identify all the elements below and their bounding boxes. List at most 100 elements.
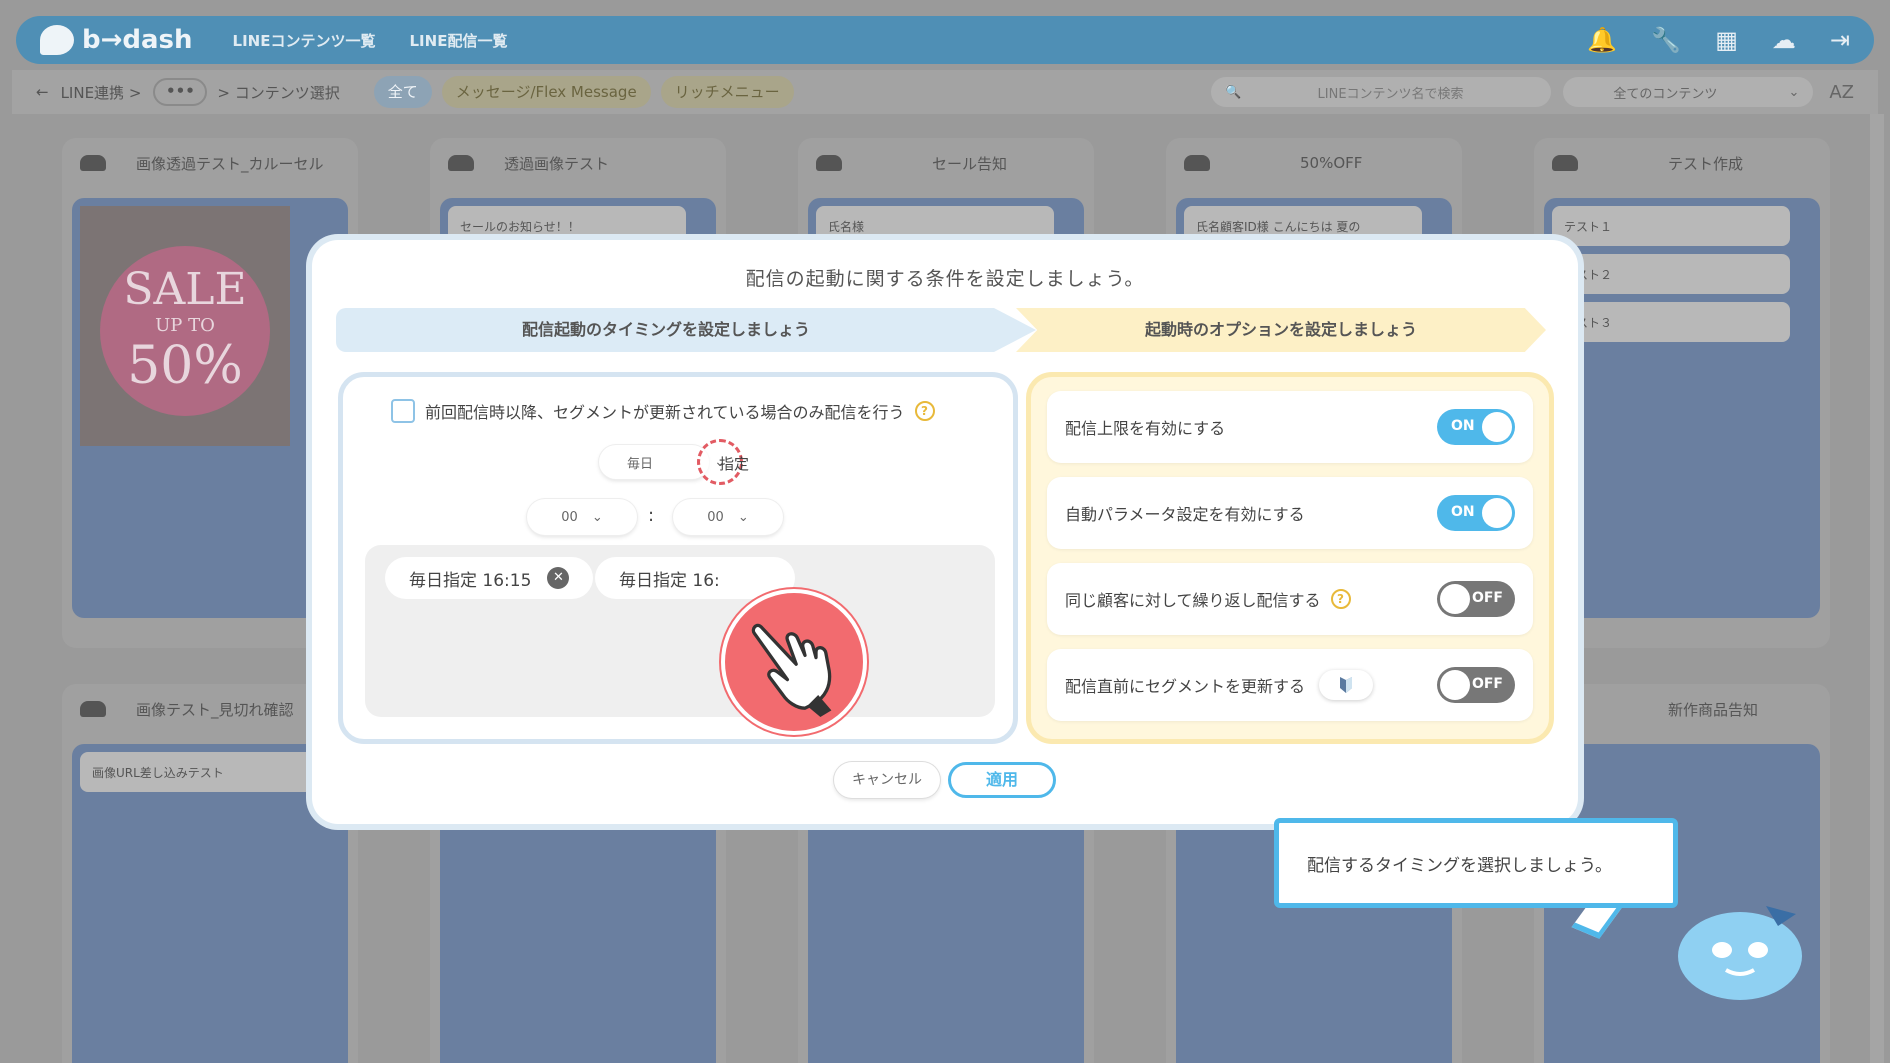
chevron-down-icon: ⌄ <box>737 509 749 525</box>
card-title: 画像透過テスト_カルーセル <box>136 154 324 173</box>
sale-image: SALE UP TO 50% <box>80 206 290 446</box>
nav-line-contents[interactable]: LINEコンテンツ一覧 <box>233 30 376 51</box>
hour-value: 00 <box>561 509 578 525</box>
list-item: テスト３ <box>1552 302 1790 342</box>
line-icon <box>1184 155 1210 171</box>
shield-icon <box>1340 677 1353 693</box>
logo-icon <box>40 25 74 55</box>
time-chip: 毎日指定 16:15 ✕ <box>385 557 594 599</box>
content-filter-value: 全てのコンテンツ <box>1613 86 1718 102</box>
bell-icon[interactable]: 🔔 <box>1587 26 1617 54</box>
card-title: テスト作成 <box>1668 154 1744 173</box>
line-icon <box>816 155 842 171</box>
step-options: 起動時のオプションを設定しましょう <box>1016 308 1546 352</box>
chevron-down-icon: ⌄ <box>591 509 603 525</box>
option-label: 同じ顧客に対して繰り返し配信する <box>1065 591 1321 610</box>
breadcrumb-more-button[interactable]: ••• <box>153 78 208 106</box>
segment-update-option[interactable]: 前回配信時以降、セグメントが更新されている場合のみ配信を行う ? <box>391 399 935 423</box>
sale-badge: SALE UP TO 50% <box>100 246 270 416</box>
help-icon[interactable]: ? <box>1330 589 1351 609</box>
top-navbar: b→dash LINEコンテンツ一覧 LINE配信一覧 🔔 🔧 ▦ ☁ ⇥ <box>16 16 1874 64</box>
card-preview: 画像URL差し込みテスト <box>72 744 348 1063</box>
segment-update-label: 前回配信時以降、セグメントが更新されている場合のみ配信を行う <box>425 403 905 422</box>
option-label: 配信直前にセグメントを更新する <box>1065 677 1306 696</box>
tooltip-text: 配信するタイミングを選択しましょう。 <box>1307 855 1612 876</box>
option-label: 自動パラメータ設定を有効にする <box>1065 505 1305 524</box>
help-icon[interactable]: ? <box>914 401 935 421</box>
list-item: テスト２ <box>1552 254 1790 294</box>
repeat-delivery-toggle[interactable]: OFF <box>1437 581 1515 617</box>
chevron-down-icon: ⌄ <box>1788 84 1800 100</box>
search-input[interactable]: 🔍 LINEコンテンツ名で検索 <box>1211 77 1552 107</box>
wrench-icon[interactable]: 🔧 <box>1651 26 1681 54</box>
frequency-select[interactable]: 毎日 <box>599 445 709 479</box>
option-label: 配信上限を有効にする <box>1065 419 1226 438</box>
options-panel: 配信上限を有効にする ON 自動パラメータ設定を有効にする ON 同じ顧客に対し… <box>1026 372 1554 744</box>
message-bubble: 画像URL差し込みテスト <box>80 752 318 792</box>
search-placeholder: LINEコンテンツ名で検索 <box>1317 86 1464 102</box>
option-repeat-delivery: 同じ顧客に対して繰り返し配信する? OFF <box>1047 563 1533 635</box>
content-card[interactable]: テスト作成 テスト１ テスト２ テスト３ <box>1534 138 1830 648</box>
card-title: 新作商品告知 <box>1668 700 1759 719</box>
line-icon <box>80 701 106 717</box>
toggle-knob <box>1440 584 1470 614</box>
modal-title: 配信の起動に関する条件を設定しましょう。 <box>745 268 1145 290</box>
cancel-button[interactable]: キャンセル <box>834 762 940 798</box>
segment-refresh-toggle[interactable]: OFF <box>1437 667 1515 703</box>
time-chip: 毎日指定 16: <box>595 557 795 599</box>
tab-all[interactable]: 全て <box>373 76 432 108</box>
search-icon: 🔍 <box>1225 84 1242 100</box>
time-chip-label: 毎日指定 16:15 <box>409 570 532 591</box>
line-icon <box>80 155 106 171</box>
step-timing: 配信起動のタイミングを設定しましょう <box>336 308 1036 352</box>
apply-button[interactable]: 適用 <box>948 762 1056 798</box>
breadcrumb-line-link[interactable]: LINE連携 > <box>61 82 142 103</box>
tab-rich-menu[interactable]: リッチメニュー <box>660 76 794 108</box>
toggle-knob <box>1440 670 1470 700</box>
toggle-knob <box>1482 412 1512 442</box>
chat-icon[interactable]: ☁ <box>1772 26 1796 54</box>
brand-logo[interactable]: b→dash <box>40 25 193 55</box>
scrollbar[interactable] <box>1870 114 1884 1063</box>
mascot-icon <box>1678 906 1802 1000</box>
segment-update-checkbox[interactable] <box>391 399 415 423</box>
toggle-knob <box>1482 498 1512 528</box>
time-separator: : <box>648 505 655 526</box>
option-segment-refresh: 配信直前にセグメントを更新する OFF <box>1047 649 1533 721</box>
remove-icon[interactable]: ✕ <box>547 567 570 589</box>
card-title: 透過画像テスト <box>504 154 610 173</box>
toggle-state: ON <box>1451 418 1475 434</box>
timing-panel: 前回配信時以降、セグメントが更新されている場合のみ配信を行う ? 毎日 ⌄ 指定… <box>338 372 1018 744</box>
auto-parameter-toggle[interactable]: ON <box>1437 495 1515 531</box>
logout-icon[interactable]: ⇥ <box>1830 26 1850 54</box>
sort-az-icon[interactable]: AZ <box>1829 82 1854 103</box>
card-title: 50%OFF <box>1300 154 1363 172</box>
time-chip-label: 毎日指定 16: <box>619 570 720 591</box>
hour-select[interactable]: 00 ⌄ <box>527 499 637 535</box>
logo-text: b→dash <box>82 25 193 55</box>
frequency-value: 毎日 <box>626 456 653 472</box>
card-preview: SALE UP TO 50% <box>72 198 348 618</box>
grid-icon[interactable]: ▦ <box>1715 26 1738 54</box>
card-title: セール告知 <box>932 154 1008 173</box>
content-filter-select[interactable]: 全てのコンテンツ ⌄ <box>1563 77 1814 107</box>
toggle-state: OFF <box>1471 590 1503 606</box>
list-item: テスト１ <box>1552 206 1790 246</box>
toggle-state: ON <box>1451 504 1475 520</box>
minute-value: 00 <box>707 509 724 525</box>
card-preview: テスト１ テスト２ テスト３ <box>1544 198 1820 618</box>
back-arrow-icon[interactable]: ← <box>36 83 49 101</box>
beginner-mark-icon[interactable] <box>1319 670 1374 700</box>
nav-line-deliveries[interactable]: LINE配信一覧 <box>410 30 508 51</box>
line-icon <box>1552 155 1578 171</box>
frequency-suffix: 指定 <box>719 455 750 473</box>
option-delivery-limit: 配信上限を有効にする ON <box>1047 391 1533 463</box>
tab-message[interactable]: メッセージ/Flex Message <box>441 76 651 108</box>
delivery-trigger-modal: 配信の起動に関する条件を設定しましょう。 配信起動のタイミングを設定しましょう … <box>312 240 1578 824</box>
guide-tooltip: 配信するタイミングを選択しましょう。 <box>1274 818 1678 908</box>
tap-pointer-icon <box>721 589 867 735</box>
card-title: 画像テスト_見切れ確認 <box>136 700 294 719</box>
delivery-limit-toggle[interactable]: ON <box>1437 409 1515 445</box>
minute-select[interactable]: 00 ⌄ <box>673 499 783 535</box>
breadcrumb-current: > コンテンツ選択 <box>217 83 340 102</box>
